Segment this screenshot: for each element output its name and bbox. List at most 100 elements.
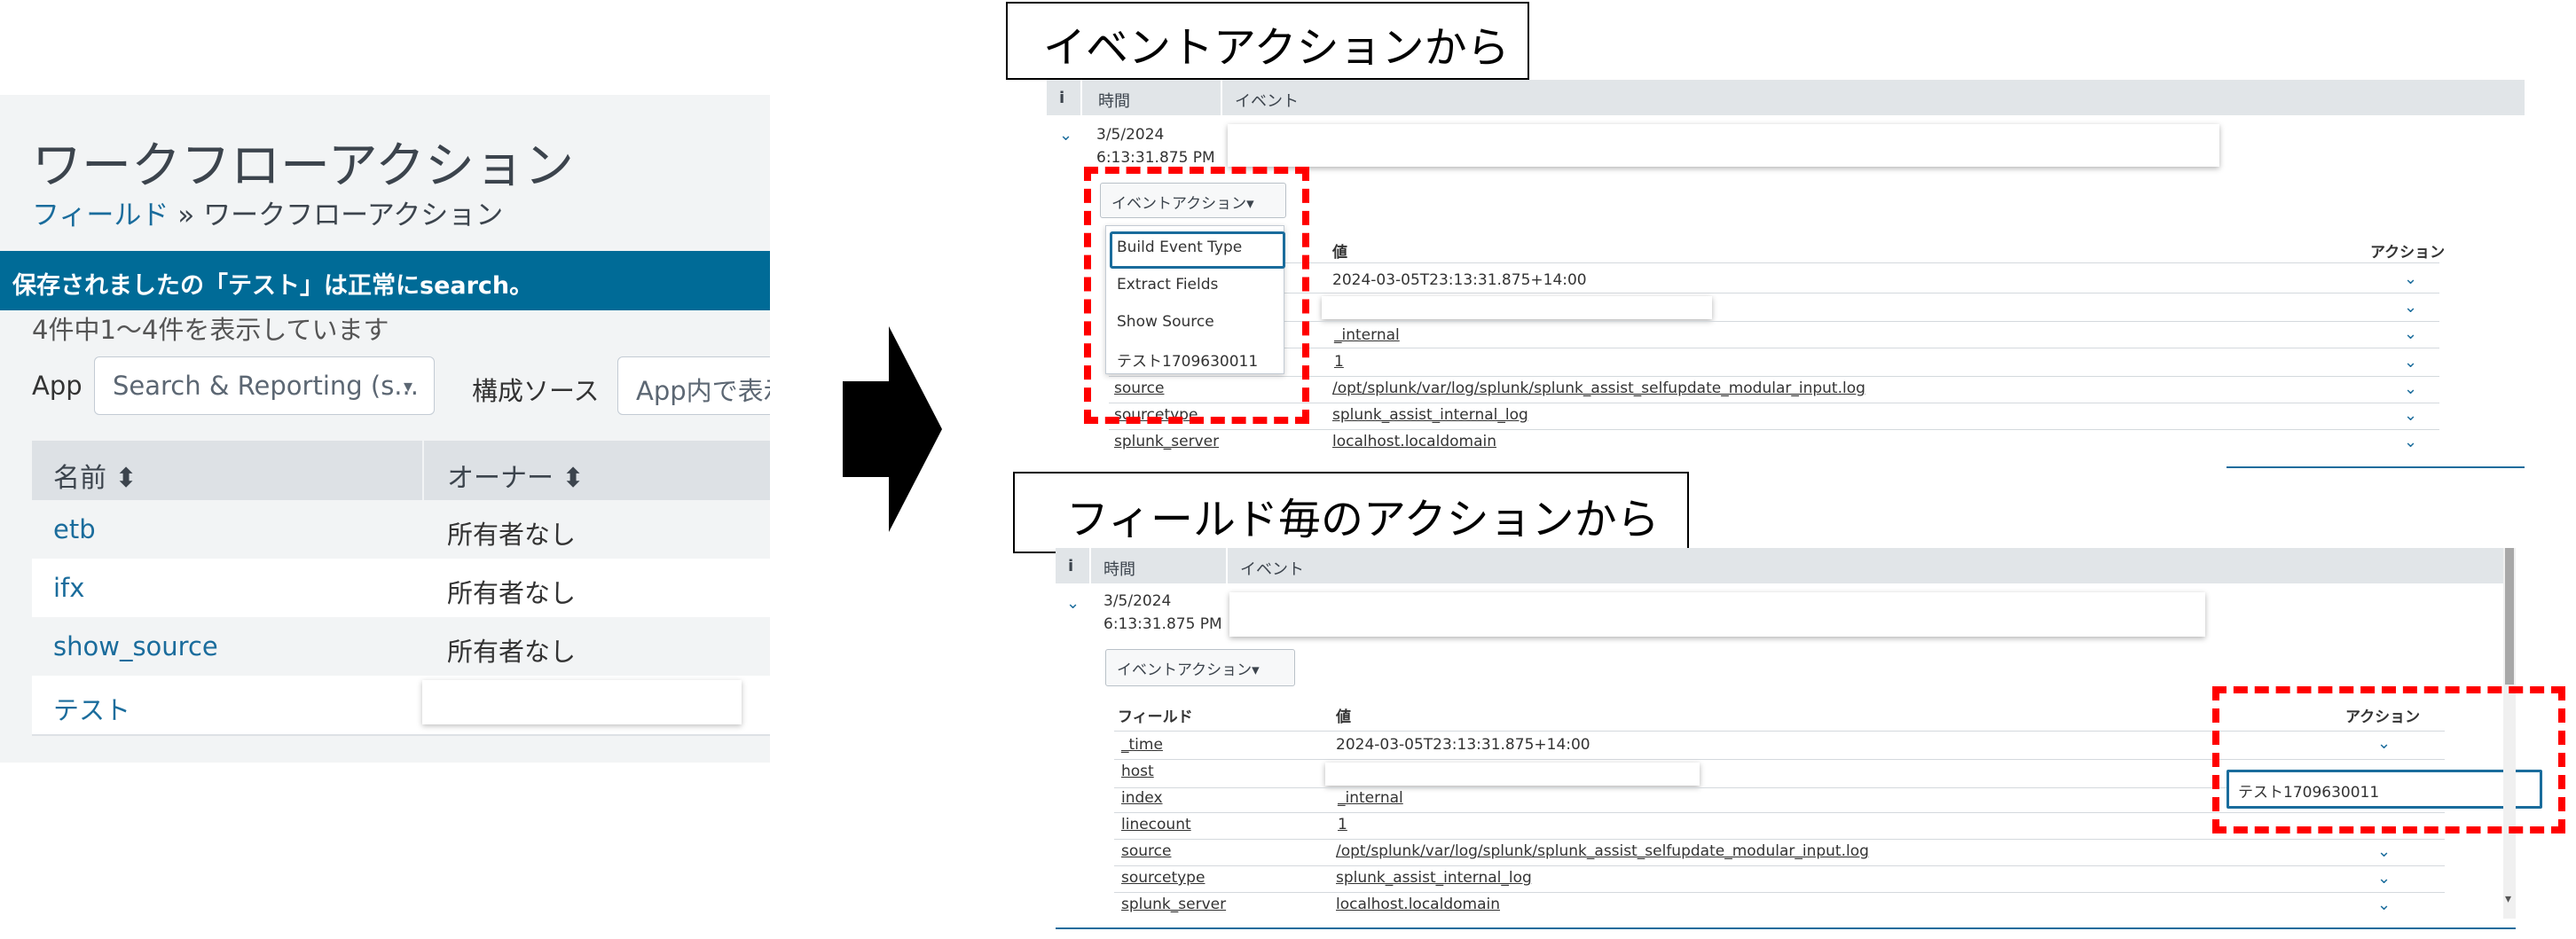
field-value: 2024-03-05T23:13:31.875+14:00: [1332, 271, 1587, 289]
field-value[interactable]: localhost.localdomain: [1336, 896, 1500, 913]
event-time: 6:13:31.875 PM: [1103, 615, 1222, 633]
chevron-down-icon[interactable]: ⌄: [2404, 270, 2417, 288]
app-filter-value: Search & Reporting (s...: [113, 371, 419, 401]
field-value[interactable]: splunk_assist_internal_log: [1332, 406, 1528, 424]
info-column-header: i: [1068, 557, 1074, 575]
time-column-header: 時間: [1103, 560, 1135, 579]
field-value[interactable]: /opt/splunk/var/log/splunk/splunk_assist…: [1332, 380, 1865, 397]
redacted-event: [1229, 592, 2205, 637]
event-actions-button[interactable]: イベントアクション▾: [1105, 649, 1295, 686]
value-header: 値: [1332, 244, 1347, 262]
workflow-name-link[interactable]: テスト: [53, 690, 130, 727]
value-header: 値: [1336, 708, 1351, 726]
chevron-down-icon[interactable]: ⌄: [2404, 433, 2417, 451]
source-filter-value: App内で表示: [636, 376, 770, 406]
redacted-value: [1322, 296, 1712, 319]
chevron-down-icon[interactable]: ⌄: [2404, 325, 2417, 343]
app-filter-label: App: [32, 371, 82, 401]
event-column-header: イベント: [1240, 560, 1304, 579]
column-owner-header[interactable]: オーナー ⬍: [447, 456, 585, 495]
page-title: ワークフローアクション: [32, 137, 574, 195]
time-column-header: 時間: [1098, 92, 1130, 111]
breadcrumb: フィールド » ワークフローアクション: [32, 192, 503, 232]
panel-bottom-border: [2227, 466, 2525, 468]
success-message: 保存されましたの「テスト」は正常にsearch。: [12, 272, 534, 300]
caret-down-icon: ▾: [403, 375, 412, 396]
top-heading-text: イベントアクションから: [1043, 23, 1510, 73]
field-header: フィールド: [1118, 708, 1193, 726]
field-name[interactable]: linecount: [1121, 816, 1191, 833]
chevron-down-icon[interactable]: ⌄: [1059, 126, 1072, 145]
chevron-down-icon[interactable]: ⌄: [2377, 896, 2391, 914]
table-header: 名前 ⬍ オーナー ⬍: [32, 441, 770, 500]
field-name[interactable]: host: [1121, 763, 1154, 780]
source-filter-label: 構成ソース: [472, 376, 600, 406]
event-date: 3/5/2024: [1096, 126, 1165, 144]
success-banner: 保存されましたの「テスト」は正常にsearch。: [0, 251, 770, 310]
field-name[interactable]: index: [1121, 789, 1163, 807]
workflow-actions-panel: ワークフローアクション フィールド » ワークフローアクション 保存されましたの…: [0, 95, 770, 763]
event-actions-label: イベントアクション▾: [1117, 661, 1260, 679]
redacted-box: [422, 680, 742, 724]
field-value[interactable]: _internal: [1338, 789, 1403, 807]
info-column-header: i: [1059, 89, 1065, 107]
chevron-down-icon[interactable]: ⌄: [2404, 406, 2417, 425]
chevron-down-icon[interactable]: ⌄: [2377, 842, 2391, 861]
table-bottom-border: [32, 734, 770, 736]
chevron-down-icon[interactable]: ⌄: [2377, 869, 2391, 888]
field-name[interactable]: splunk_server: [1114, 433, 1219, 450]
field-name[interactable]: _time: [1121, 736, 1163, 754]
workflow-name-link[interactable]: etb: [53, 514, 96, 544]
app-filter-select[interactable]: Search & Reporting (s... ▾: [94, 356, 435, 415]
column-name-header[interactable]: 名前 ⬍: [53, 456, 137, 495]
highlight-box: [2212, 686, 2565, 833]
scroll-down-icon[interactable]: ▾: [2505, 892, 2511, 906]
workflow-owner: 所有者なし: [447, 637, 577, 667]
field-value[interactable]: /opt/splunk/var/log/splunk/splunk_assist…: [1336, 842, 1869, 860]
breadcrumb-separator: »: [169, 200, 204, 231]
field-value[interactable]: 1: [1338, 816, 1347, 833]
chevron-down-icon[interactable]: ⌄: [1066, 594, 1080, 613]
workflow-owner: 所有者なし: [447, 520, 577, 550]
table-row: etb 所有者なし: [32, 500, 770, 559]
header-divider: [1089, 548, 1091, 583]
row-divider: [1109, 429, 2439, 430]
field-value[interactable]: 1: [1334, 353, 1344, 371]
field-name[interactable]: source: [1121, 842, 1171, 860]
breadcrumb-fields-link[interactable]: フィールド: [32, 200, 169, 231]
field-name[interactable]: sourcetype: [1121, 869, 1205, 887]
chevron-down-icon[interactable]: ⌄: [2404, 298, 2417, 317]
source-filter-select[interactable]: App内で表示: [617, 356, 770, 415]
bottom-heading-text: フィールド毎のアクションから: [1066, 495, 1660, 544]
right-arrow-icon: [843, 326, 942, 532]
event-column-header: イベント: [1235, 92, 1299, 111]
event-time: 6:13:31.875 PM: [1096, 149, 1215, 167]
header-divider: [1226, 548, 1228, 583]
highlight-box: [1084, 167, 1309, 424]
panel-bottom-border: [1056, 927, 2516, 929]
chevron-down-icon[interactable]: ⌄: [2404, 353, 2417, 372]
header-divider: [1221, 80, 1222, 115]
event-table-header: i 時間 イベント: [1047, 80, 2525, 115]
bottom-section-heading: フィールド毎のアクションから: [1013, 472, 1689, 553]
row-divider: [1114, 865, 2445, 866]
workflow-name-link[interactable]: ifx: [53, 573, 84, 603]
workflow-owner: 所有者なし: [447, 578, 577, 608]
workflow-name-link[interactable]: show_source: [53, 631, 218, 661]
breadcrumb-current: ワークフローアクション: [203, 200, 504, 231]
chevron-down-icon[interactable]: ⌄: [2404, 380, 2417, 398]
field-value[interactable]: localhost.localdomain: [1332, 433, 1496, 450]
row-divider: [1114, 839, 2445, 840]
field-value: 2024-03-05T23:13:31.875+14:00: [1336, 736, 1590, 754]
field-name[interactable]: splunk_server: [1121, 896, 1226, 913]
scrollbar-thumb[interactable]: [2505, 548, 2514, 685]
result-count: 4件中1〜4件を表示しています: [32, 315, 389, 345]
redacted-value: [1325, 763, 1700, 786]
column-divider: [422, 441, 424, 500]
field-value[interactable]: _internal: [1334, 326, 1400, 344]
event-date: 3/5/2024: [1103, 592, 1172, 610]
top-section-heading: イベントアクションから: [1006, 2, 1529, 80]
action-header: アクション: [2370, 244, 2446, 262]
event-table-header: i 時間 イベント: [1056, 548, 2505, 583]
field-value[interactable]: splunk_assist_internal_log: [1336, 869, 1532, 887]
